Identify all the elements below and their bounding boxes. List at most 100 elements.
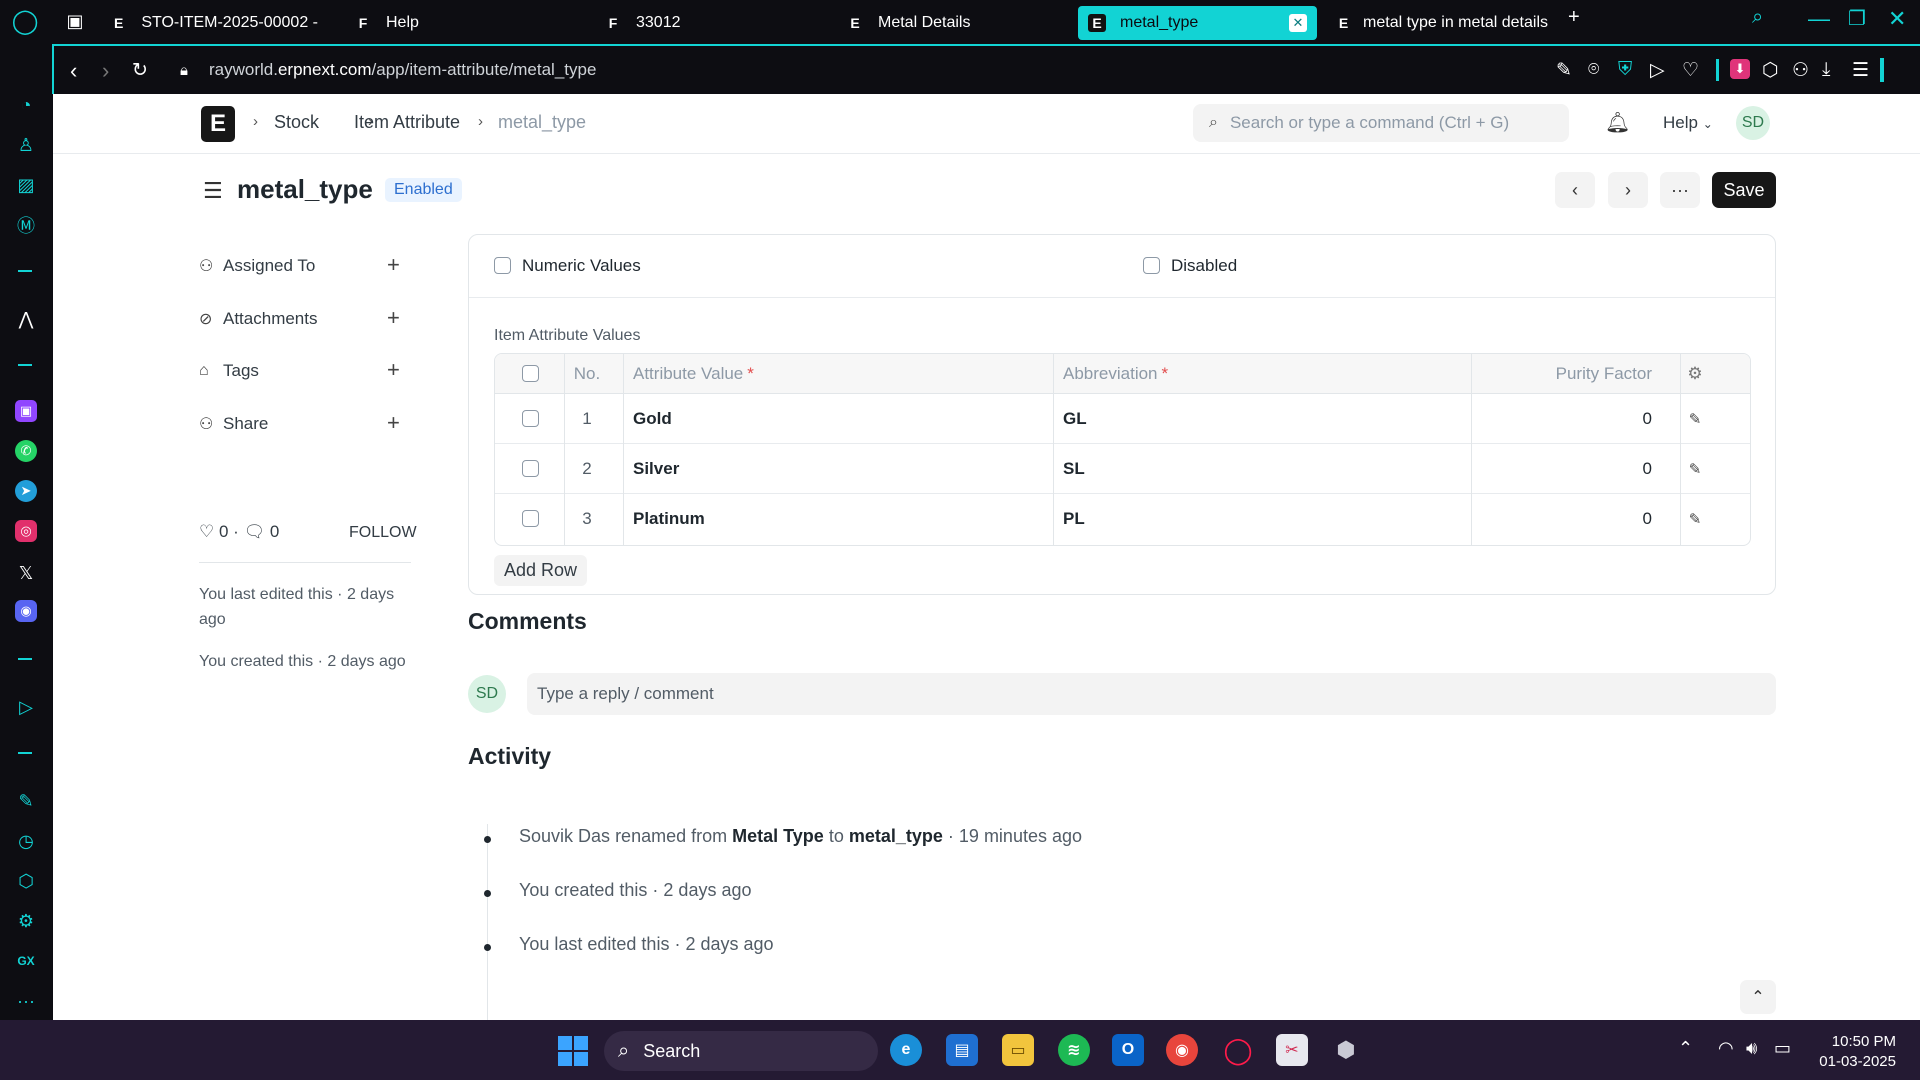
speed-dial-icon[interactable]: ◔ <box>13 92 39 118</box>
breadcrumb-stock[interactable]: Stock <box>274 112 319 133</box>
windows-start-icon[interactable] <box>558 1036 588 1066</box>
follow-button[interactable]: FOLLOW <box>349 524 417 542</box>
chrome-icon[interactable]: ◉ <box>1166 1034 1198 1066</box>
settings-icon[interactable]: ⚙ <box>13 908 39 934</box>
edit-row-icon[interactable]: ✎ <box>1680 394 1710 443</box>
battery-icon[interactable]: ▭ <box>1774 1038 1791 1059</box>
sidebar-share[interactable]: ⚇ Share <box>199 412 268 436</box>
download-extension-icon[interactable]: ⬇ <box>1730 59 1750 79</box>
row-checkbox[interactable] <box>522 510 539 527</box>
add-share-icon[interactable]: + <box>387 410 400 436</box>
history-icon[interactable]: ◷ <box>13 828 39 854</box>
column-settings-icon[interactable]: ⚙ <box>1680 354 1710 393</box>
scroll-to-top-button[interactable]: ⌃ <box>1740 980 1776 1014</box>
new-tab-icon[interactable]: + <box>1568 6 1580 29</box>
comment-input[interactable]: Type a reply / comment <box>527 673 1776 715</box>
gx-control-icon[interactable]: Ⓜ <box>13 212 39 238</box>
abbreviation-cell[interactable]: PL <box>1063 494 1085 544</box>
heart-icon[interactable]: ♡ <box>1682 59 1699 82</box>
purity-factor-cell[interactable]: 0 <box>1464 444 1652 493</box>
menu-icon[interactable]: ☰ <box>1852 59 1869 82</box>
add-tag-icon[interactable]: + <box>387 357 400 383</box>
x-twitter-icon[interactable]: 𝕏 <box>13 560 39 586</box>
opera-logo-icon[interactable]: ◯ <box>12 8 39 35</box>
outlook-icon[interactable]: O <box>1112 1034 1144 1066</box>
sidebar-toggle[interactable] <box>1880 58 1884 82</box>
abbreviation-cell[interactable]: SL <box>1063 444 1085 493</box>
show-hidden-icons[interactable]: ⌃ <box>1678 1038 1693 1059</box>
search-tabs-icon[interactable]: ⌕ <box>1752 6 1763 29</box>
tab-sto-item[interactable]: E STO-ITEM-2025-00002 - <box>100 6 328 40</box>
instagram-icon[interactable]: ◎ <box>15 520 37 542</box>
edit-row-icon[interactable]: ✎ <box>1680 444 1710 493</box>
pinboard-icon[interactable]: ✎ <box>13 788 39 814</box>
minimize-icon[interactable]: — <box>1808 6 1830 32</box>
heart-icon[interactable]: ♡ <box>199 522 214 541</box>
row-checkbox[interactable] <box>522 460 539 477</box>
edge-icon[interactable]: e <box>890 1034 922 1066</box>
sidebar-assigned-to[interactable]: ⚇ Assigned To <box>199 254 315 278</box>
add-row-button[interactable]: Add Row <box>494 555 588 586</box>
whatsapp-icon[interactable]: ✆ <box>15 440 37 462</box>
taskbar-clock[interactable]: 10:50 PM 01-03-2025 <box>1816 1032 1896 1072</box>
purity-factor-cell[interactable]: 0 <box>1464 394 1652 443</box>
abbreviation-cell[interactable]: GL <box>1063 394 1087 443</box>
tab-help[interactable]: F Help <box>344 6 534 40</box>
twitch-icon[interactable]: ▣ <box>15 400 37 422</box>
send-icon[interactable]: ▷ <box>1650 59 1665 82</box>
tab-metal-type[interactable]: E metal_type ✕ <box>1078 6 1317 40</box>
attribute-value-cell[interactable]: Gold <box>633 394 672 443</box>
forward-icon[interactable]: › <box>102 58 109 84</box>
table-row[interactable]: 3 Platinum PL 0 ✎ <box>495 494 1750 544</box>
camera-icon[interactable]: ⌾ <box>1588 59 1599 81</box>
help-dropdown[interactable]: Help ⌄ <box>1663 113 1713 133</box>
snipping-tool-icon[interactable]: ✂ <box>1276 1034 1308 1066</box>
profile-icon[interactable]: ⚇ <box>1792 59 1809 82</box>
app-icon[interactable]: ⬢ <box>1330 1034 1362 1066</box>
reload-icon[interactable]: ↻ <box>132 59 148 82</box>
tab-metal-type-in-metal-details[interactable]: E metal type in metal details <box>1328 6 1558 40</box>
gx-corner-icon[interactable]: GX <box>13 948 39 974</box>
sidebar-attachments[interactable]: ⊘ Attachments <box>199 307 318 331</box>
more-icon[interactable]: ··· <box>13 988 39 1014</box>
attribute-value-cell[interactable]: Platinum <box>633 494 705 544</box>
attribute-value-cell[interactable]: Silver <box>633 444 679 493</box>
more-actions-button[interactable]: ··· <box>1660 172 1700 208</box>
purity-factor-cell[interactable]: 0 <box>1464 494 1652 544</box>
store-icon[interactable]: ▤ <box>946 1034 978 1066</box>
maximize-icon[interactable]: ❐ <box>1848 6 1866 31</box>
snapshot-icon[interactable]: ▨ <box>13 172 39 198</box>
breadcrumb-item-attribute[interactable]: Item Attribute <box>354 112 460 133</box>
opera-gx-icon[interactable]: ◯ <box>1222 1034 1254 1066</box>
discord-icon[interactable]: ◉ <box>15 600 37 622</box>
taskbar-search[interactable]: ⌕ Search <box>604 1031 878 1071</box>
close-tab-icon[interactable]: ✕ <box>1289 14 1307 32</box>
disabled-checkbox[interactable] <box>1143 257 1160 274</box>
sidebar-tags[interactable]: ⌂ Tags <box>199 359 259 383</box>
save-button[interactable]: Save <box>1712 172 1776 208</box>
cube-icon[interactable]: ⬡ <box>1762 59 1779 82</box>
volume-icon[interactable]: 🔊︎ <box>1746 1038 1757 1059</box>
aria-icon[interactable]: ⋀ <box>13 306 39 332</box>
file-explorer-icon[interactable]: ▭ <box>1002 1034 1034 1066</box>
shield-icon[interactable]: ⛨ <box>1618 59 1632 81</box>
row-checkbox[interactable] <box>522 410 539 427</box>
extensions-icon[interactable]: ⬡ <box>13 868 39 894</box>
erpnext-logo[interactable]: E <box>201 106 235 142</box>
table-row[interactable]: 2 Silver SL 0 ✎ <box>495 444 1750 494</box>
spotify-icon[interactable]: ≋ <box>1058 1034 1090 1066</box>
edit-row-icon[interactable]: ✎ <box>1680 494 1710 544</box>
close-window-icon[interactable]: ✕ <box>1888 6 1906 32</box>
add-assignment-icon[interactable]: + <box>387 252 400 278</box>
player-icon[interactable]: ▷ <box>13 694 39 720</box>
previous-doc-button[interactable]: ‹ <box>1555 172 1595 208</box>
sidebar-toggle-icon[interactable]: ☰ <box>203 178 223 204</box>
numeric-values-checkbox[interactable] <box>494 257 511 274</box>
add-attachment-icon[interactable]: + <box>387 305 400 331</box>
downloads-icon[interactable]: ⤓ <box>1822 59 1830 81</box>
ai-icon[interactable]: ♙ <box>13 132 39 158</box>
back-icon[interactable]: ‹ <box>70 58 77 84</box>
workspaces-icon[interactable]: ▣ <box>62 8 88 34</box>
select-all-checkbox[interactable] <box>522 365 539 382</box>
table-row[interactable]: 1 Gold GL 0 ✎ <box>495 394 1750 444</box>
